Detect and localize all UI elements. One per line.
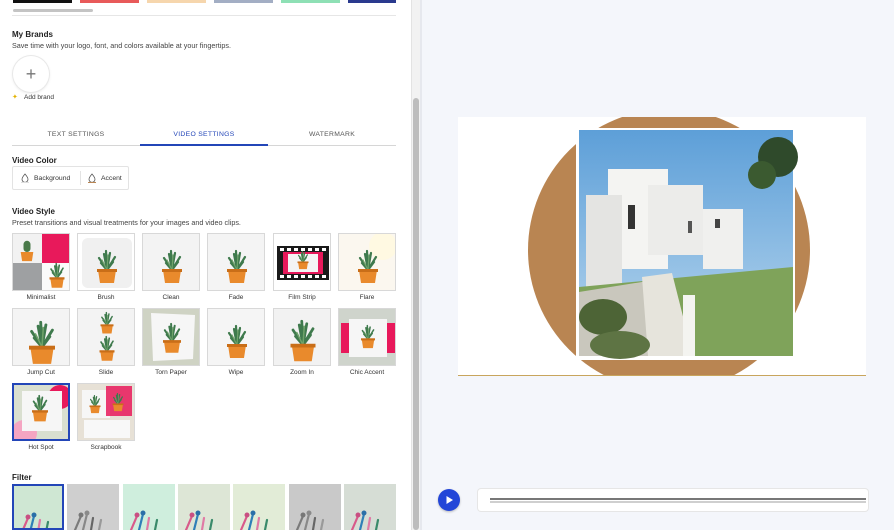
video-style-tile[interactable] — [12, 308, 70, 366]
sparkle-icon: ✦ — [12, 94, 18, 101]
plus-icon: + — [25, 63, 37, 84]
video-style-tile[interactable] — [142, 308, 200, 366]
video-style-label: Film Strip — [288, 294, 316, 301]
video-style-tile[interactable] — [338, 308, 396, 366]
filter-thumbnail — [178, 484, 230, 530]
video-style-subtitle: Preset transitions and visual treatments… — [12, 218, 241, 227]
chip-separator — [80, 171, 81, 185]
settings-tabs: TEXT SETTINGS VIDEO SETTINGS WATERMARK — [12, 128, 396, 146]
video-color-chips: Background Accent — [12, 166, 129, 190]
video-style-tile[interactable] — [77, 308, 135, 366]
timeline-track[interactable] — [490, 498, 866, 500]
style-thumbnail — [13, 309, 69, 365]
tab-watermark[interactable]: WATERMARK — [268, 128, 396, 146]
video-style-title: Video Style — [12, 207, 55, 216]
filter-title: Filter — [12, 473, 32, 482]
video-style-tile[interactable] — [273, 233, 331, 291]
video-style-label: Minimalist — [26, 294, 56, 301]
settings-panel: My Brands Save time with your logo, font… — [0, 0, 411, 530]
brand-color-swatch[interactable] — [147, 0, 206, 3]
panel-divider — [420, 0, 422, 530]
style-thumbnail — [274, 234, 330, 290]
video-style-label: Torn Paper — [155, 369, 187, 376]
house-photo — [579, 130, 798, 359]
video-color-title: Video Color — [12, 156, 57, 165]
brand-color-swatch[interactable] — [281, 0, 340, 3]
video-style-tile[interactable] — [142, 233, 200, 291]
add-brand-button[interactable]: + — [13, 56, 49, 92]
canvas-underline — [458, 375, 866, 376]
video-style-tile[interactable] — [12, 383, 70, 441]
swatch-scrollbar[interactable] — [13, 9, 93, 12]
timeline-track-shadow — [490, 501, 866, 503]
video-style-label: Wipe — [228, 369, 244, 376]
style-thumbnail — [208, 309, 264, 365]
filter-thumbnail — [67, 484, 119, 530]
style-thumbnail — [208, 234, 264, 290]
background-chip-label: Background — [34, 174, 71, 182]
video-style-tile[interactable] — [207, 233, 265, 291]
style-thumbnail — [143, 309, 199, 365]
brand-color-swatch[interactable] — [214, 0, 273, 3]
accent-chip-label: Accent — [101, 174, 122, 182]
video-style-label: Hot Spot — [28, 444, 54, 451]
video-style-label: Clean — [162, 294, 180, 301]
filter-thumbnail — [14, 486, 62, 528]
my-brands-subtitle: Save time with your logo, font, and colo… — [12, 41, 231, 50]
filter-thumbnail — [344, 484, 396, 530]
style-thumbnail — [78, 234, 134, 290]
video-style-tile[interactable] — [12, 233, 70, 291]
filter-tile[interactable] — [123, 484, 175, 530]
style-thumbnail — [143, 234, 199, 290]
style-thumbnail — [13, 234, 69, 290]
video-style-label: Scrapbook — [90, 444, 122, 451]
play-button[interactable] — [438, 489, 460, 511]
preview-artwork — [528, 117, 810, 375]
play-icon — [446, 496, 453, 504]
video-style-tile[interactable] — [273, 308, 331, 366]
style-thumbnail — [14, 385, 68, 439]
filter-tile[interactable] — [233, 484, 285, 530]
video-style-label: Jump Cut — [27, 369, 55, 376]
video-style-label: Zoom In — [290, 369, 314, 376]
style-thumbnail — [78, 384, 134, 440]
tab-text-settings[interactable]: TEXT SETTINGS — [12, 128, 140, 146]
style-thumbnail — [78, 309, 134, 365]
add-brand-label[interactable]: Add brand — [24, 94, 54, 101]
filter-thumbnail — [123, 484, 175, 530]
color-drop-icon — [21, 173, 29, 183]
brand-color-swatch[interactable] — [348, 0, 396, 3]
divider — [12, 15, 396, 16]
video-style-tile[interactable] — [338, 233, 396, 291]
video-style-tile[interactable] — [207, 308, 265, 366]
background-color-chip[interactable]: Background — [20, 167, 70, 189]
filter-thumbnail — [289, 484, 341, 530]
filter-tile[interactable] — [289, 484, 341, 530]
accent-color-chip[interactable]: Accent — [87, 167, 122, 189]
video-style-label: Flare — [359, 294, 375, 301]
style-thumbnail — [339, 309, 395, 365]
filter-tile[interactable] — [178, 484, 230, 530]
style-thumbnail — [274, 309, 330, 365]
settings-scrollbar[interactable] — [411, 0, 420, 530]
my-brands-title: My Brands — [12, 30, 53, 39]
tab-video-settings[interactable]: VIDEO SETTINGS — [140, 128, 268, 146]
video-preview-canvas[interactable] — [458, 117, 866, 375]
brand-color-swatch[interactable] — [13, 0, 72, 3]
video-style-label: Chic Accent — [349, 369, 385, 376]
video-style-label: Fade — [228, 294, 244, 301]
video-style-tile[interactable] — [77, 233, 135, 291]
filter-thumbnail — [233, 484, 285, 530]
brand-color-swatch[interactable] — [80, 0, 139, 3]
style-thumbnail — [339, 234, 395, 290]
filter-tile[interactable] — [12, 484, 64, 530]
video-style-label: Brush — [97, 294, 115, 301]
filter-tile[interactable] — [344, 484, 396, 530]
video-style-label: Slide — [98, 369, 114, 376]
timeline-scrubber[interactable] — [478, 489, 868, 511]
color-drop-icon — [88, 173, 96, 183]
scrollbar-thumb[interactable] — [413, 98, 419, 530]
video-style-tile[interactable] — [77, 383, 135, 441]
filter-tile[interactable] — [67, 484, 119, 530]
